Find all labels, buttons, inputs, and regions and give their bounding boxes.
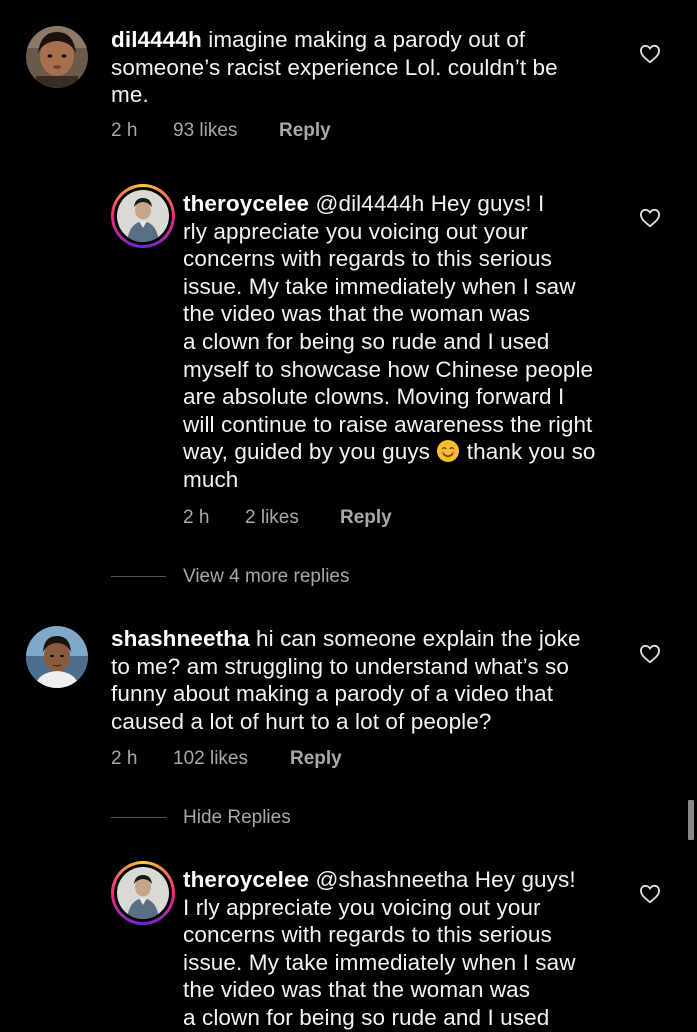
comment-username[interactable]: dil4444h xyxy=(111,27,202,52)
heart-outline-icon[interactable] xyxy=(639,208,661,228)
hide-replies-label[interactable]: Hide Replies xyxy=(183,807,291,829)
comment-time: 2 h xyxy=(183,507,210,528)
reply-button[interactable]: Reply xyxy=(290,748,342,770)
avatar[interactable] xyxy=(26,26,88,88)
avatar[interactable] xyxy=(111,861,175,925)
comment-text: theroycelee @shashneetha Hey guys! I rly… xyxy=(183,867,576,1030)
comment-text: shashneetha hi can someone explain the j… xyxy=(111,626,581,734)
reply-button[interactable]: Reply xyxy=(340,507,392,529)
heart-outline-icon[interactable] xyxy=(639,884,661,904)
view-more-replies-label[interactable]: View 4 more replies xyxy=(183,566,350,588)
comment-username[interactable]: theroycelee xyxy=(183,867,309,892)
heart-outline-icon[interactable] xyxy=(639,644,661,664)
comment-likes-count[interactable]: 2 likes xyxy=(245,507,299,529)
comment-username[interactable]: theroycelee xyxy=(183,191,309,216)
smiling-face-emoji-icon xyxy=(437,440,460,463)
comment-username[interactable]: shashneetha xyxy=(111,626,250,651)
thread-divider xyxy=(111,576,166,577)
reply-button[interactable]: Reply xyxy=(279,120,331,142)
comment-time: 2 h xyxy=(111,748,138,769)
scrollbar-thumb[interactable] xyxy=(688,800,694,840)
heart-outline-icon[interactable] xyxy=(639,44,661,64)
avatar[interactable] xyxy=(26,626,88,688)
thread-divider xyxy=(111,817,166,818)
avatar[interactable] xyxy=(111,184,175,248)
comment-time: 2 h xyxy=(111,120,138,141)
comment-text: theroycelee @dil4444h Hey guys! I rly ap… xyxy=(183,191,596,492)
comment-text: dil4444h imagine making a parody out of … xyxy=(111,27,558,108)
comment-likes-count[interactable]: 93 likes xyxy=(173,120,237,142)
comment-likes-count[interactable]: 102 likes xyxy=(173,748,248,770)
